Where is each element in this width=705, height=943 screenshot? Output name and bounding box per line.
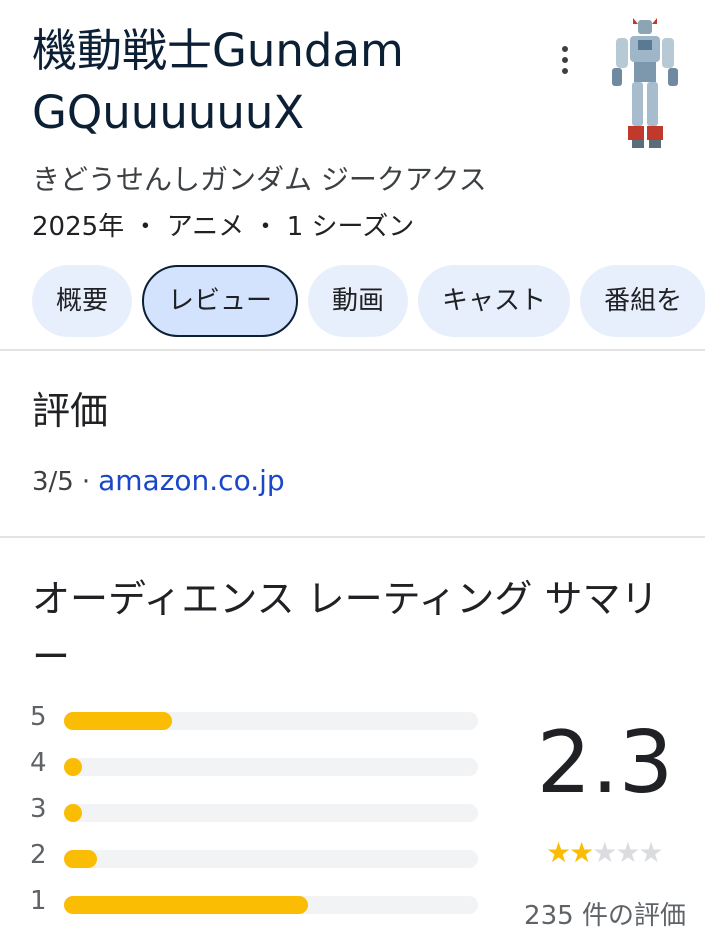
rating-bar-fill: [64, 712, 172, 730]
rating-bar-track: [64, 850, 478, 868]
page-title: 機動戦士Gundam GQuuuuuuX: [32, 24, 404, 139]
rating-bar-track: [64, 758, 478, 776]
average-stars: ★★★★★: [546, 836, 664, 869]
tab-bar: 概要 レビュー 動画 キャスト 番組を: [32, 265, 705, 337]
rating-bar-label: 5: [30, 702, 47, 732]
tab-reviews[interactable]: レビュー: [142, 265, 299, 337]
separator-dot: ·: [81, 467, 91, 497]
section-divider: [0, 536, 705, 538]
rating-bar-label: 3: [30, 794, 47, 824]
rating-bar-fill: [64, 850, 97, 868]
rating-bar-label: 4: [30, 748, 47, 778]
tab-cast[interactable]: キャスト: [418, 265, 571, 337]
rating-bar-track: [64, 712, 478, 730]
rating-heading: 評価: [32, 389, 109, 433]
rating-bar-fill: [64, 758, 82, 776]
section-divider: [0, 349, 705, 351]
title-meta: 2025年 ・ アニメ ・ 1 シーズン: [32, 212, 415, 242]
rating-source-link[interactable]: amazon.co.jp: [98, 464, 285, 497]
star-icon: ★: [569, 836, 594, 869]
rating-bar-fill: [64, 896, 308, 914]
tab-overview[interactable]: 概要: [32, 265, 133, 337]
tab-programs[interactable]: 番組を: [580, 265, 705, 337]
rating-bar-track: [64, 896, 478, 914]
star-icon: ★: [638, 836, 663, 869]
thumbnail-image[interactable]: [602, 14, 690, 154]
rating-bar-label: 1: [30, 886, 47, 916]
star-icon: ★: [546, 836, 571, 869]
tab-videos[interactable]: 動画: [308, 265, 409, 337]
average-score: 2.3: [536, 713, 674, 813]
more-options-icon[interactable]: [548, 40, 582, 80]
rating-bar-track: [64, 804, 478, 822]
rating-bar-label: 2: [30, 840, 47, 870]
rating-score: 3/5: [32, 467, 74, 497]
title-reading: きどうせんしガンダム ジークアクス: [32, 163, 487, 196]
rating-count: 235 件の評価: [524, 901, 686, 931]
star-icon: ★: [592, 836, 617, 869]
audience-summary-heading: オーディエンス レーティング サマリー: [32, 577, 659, 679]
rating-source-line: 3/5 · amazon.co.jp: [32, 464, 285, 497]
star-icon: ★: [615, 836, 640, 869]
knowledge-panel-header: 機動戦士Gundam GQuuuuuuX きどうせんしガンダム ジークアクス 2…: [0, 0, 705, 350]
rating-bar-fill: [64, 804, 82, 822]
